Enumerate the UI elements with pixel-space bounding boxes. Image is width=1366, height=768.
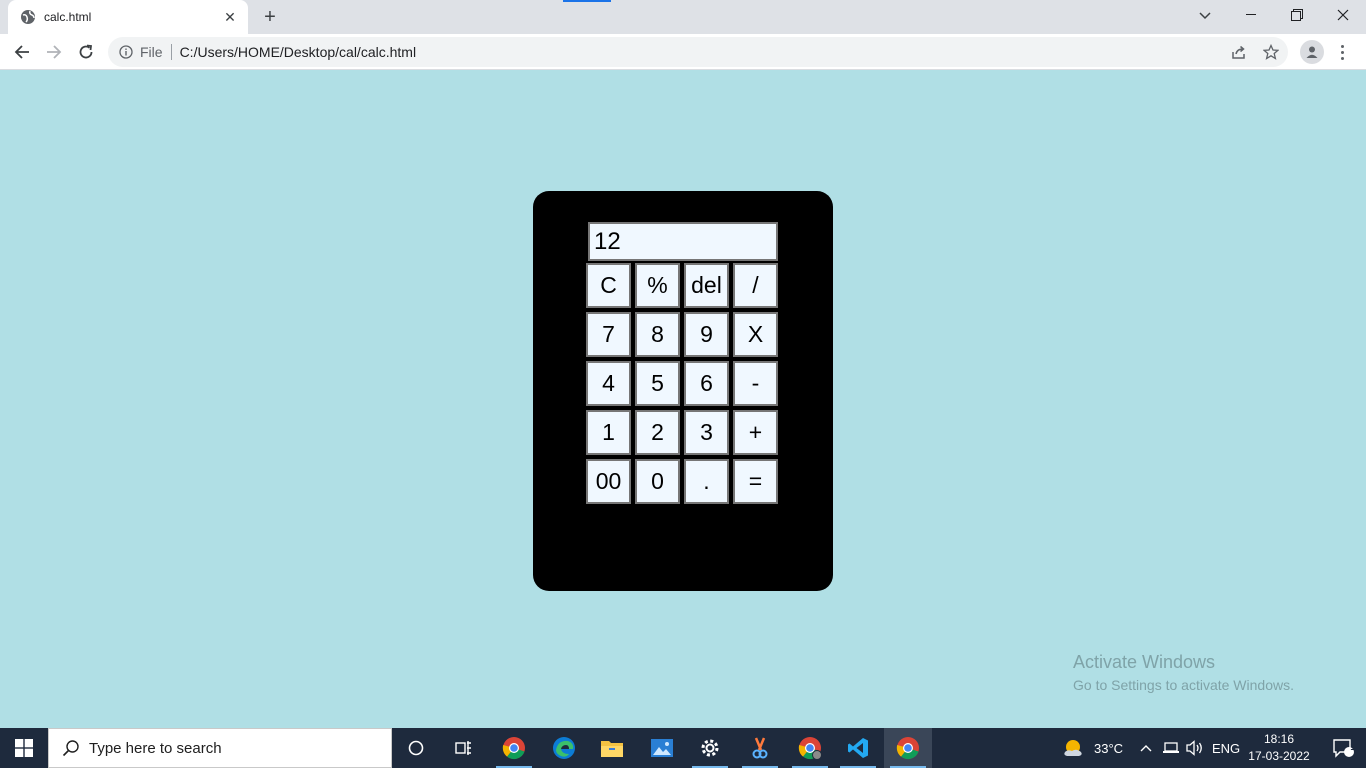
tab-title: calc.html <box>44 10 92 24</box>
photos-icon[interactable] <box>638 728 686 768</box>
key-add[interactable]: + <box>733 410 778 455</box>
browser-tab[interactable]: calc.html ✕ <box>8 0 248 34</box>
calculator-display[interactable]: 12 <box>588 222 778 261</box>
weather-sun-icon <box>1062 738 1084 758</box>
clock-date: 17-03-2022 <box>1248 749 1310 763</box>
activation-watermark: Activate Windows Go to Settings to activ… <box>1073 652 1294 693</box>
key-3[interactable]: 3 <box>684 410 729 455</box>
restore-icon[interactable] <box>1274 0 1320 30</box>
language-indicator[interactable]: ENG <box>1212 728 1240 768</box>
tab-search-icon[interactable] <box>1194 5 1216 27</box>
key-7[interactable]: 7 <box>586 312 631 357</box>
key-2[interactable]: 2 <box>635 410 680 455</box>
reload-icon[interactable] <box>72 38 100 66</box>
calculator-keypad: C % del / 7 8 9 X 4 5 6 - 1 2 3 + 00 0 .… <box>586 263 778 504</box>
minimize-icon[interactable] <box>1228 0 1274 30</box>
url-text[interactable]: C:/Users/HOME/Desktop/cal/calc.html <box>180 44 1228 60</box>
search-icon <box>61 738 81 758</box>
chrome-icon[interactable] <box>490 728 538 768</box>
vscode-icon[interactable] <box>834 728 882 768</box>
chrome-profile-icon[interactable] <box>786 728 834 768</box>
key-9[interactable]: 9 <box>684 312 729 357</box>
key-double-zero[interactable]: 00 <box>586 459 631 504</box>
windows-start-icon[interactable] <box>0 728 48 768</box>
browser-toolbar: File C:/Users/HOME/Desktop/cal/calc.html <box>0 34 1366 70</box>
key-8[interactable]: 8 <box>635 312 680 357</box>
globe-icon <box>20 9 36 25</box>
volume-icon[interactable] <box>1186 728 1204 768</box>
forward-arrow-icon[interactable] <box>40 38 68 66</box>
weather-widget[interactable]: 33°C <box>1062 728 1123 768</box>
settings-gear-icon[interactable] <box>686 728 734 768</box>
key-delete[interactable]: del <box>684 263 729 308</box>
watermark-subtitle: Go to Settings to activate Windows. <box>1073 677 1294 693</box>
kebab-menu-icon[interactable] <box>1334 40 1350 64</box>
key-clear[interactable]: C <box>586 263 631 308</box>
file-explorer-icon[interactable] <box>588 728 636 768</box>
taskbar: Type here to search 33°C ENG 18:16 17-03… <box>0 728 1366 768</box>
chrome-active-icon[interactable] <box>884 728 932 768</box>
clock-time: 18:16 <box>1263 732 1295 746</box>
tab-strip: calc.html ✕ + <box>0 0 1366 34</box>
notification-center-icon[interactable]: 1 <box>1320 728 1366 768</box>
key-subtract[interactable]: - <box>733 361 778 406</box>
key-4[interactable]: 4 <box>586 361 631 406</box>
edge-icon[interactable] <box>540 728 588 768</box>
share-icon[interactable] <box>1228 41 1250 63</box>
key-6[interactable]: 6 <box>684 361 729 406</box>
profile-avatar-icon[interactable] <box>1300 40 1324 64</box>
calculator: 12 C % del / 7 8 9 X 4 5 6 - 1 2 3 + 00 … <box>533 191 833 591</box>
key-0[interactable]: 0 <box>635 459 680 504</box>
search-placeholder: Type here to search <box>89 739 222 757</box>
close-window-icon[interactable] <box>1320 0 1366 30</box>
address-bar[interactable]: File C:/Users/HOME/Desktop/cal/calc.html <box>108 37 1288 67</box>
key-decimal[interactable]: . <box>684 459 729 504</box>
close-tab-icon[interactable]: ✕ <box>222 9 238 25</box>
back-arrow-icon[interactable] <box>8 38 36 66</box>
key-percent[interactable]: % <box>635 263 680 308</box>
info-icon[interactable] <box>118 44 134 60</box>
temperature-label: 33°C <box>1094 740 1124 756</box>
show-hidden-icons-chevron-icon[interactable] <box>1140 728 1152 768</box>
tab-indicator <box>563 0 611 2</box>
new-tab-button[interactable]: + <box>258 5 282 29</box>
key-5[interactable]: 5 <box>635 361 680 406</box>
watermark-title: Activate Windows <box>1073 652 1216 672</box>
key-equals[interactable]: = <box>733 459 778 504</box>
bookmark-star-icon[interactable] <box>1260 41 1282 63</box>
key-divide[interactable]: / <box>733 263 778 308</box>
taskbar-search-box[interactable]: Type here to search <box>48 728 392 768</box>
notification-count: 1 <box>1350 742 1356 753</box>
task-view-icon[interactable] <box>440 728 488 768</box>
snipping-tool-icon[interactable] <box>736 728 784 768</box>
key-multiply[interactable]: X <box>733 312 778 357</box>
file-label: File <box>140 44 163 60</box>
network-icon[interactable] <box>1162 728 1180 768</box>
key-1[interactable]: 1 <box>586 410 631 455</box>
divider <box>170 44 172 60</box>
system-clock[interactable]: 18:16 17-03-2022 <box>1248 731 1310 765</box>
cortana-icon[interactable] <box>392 728 440 768</box>
